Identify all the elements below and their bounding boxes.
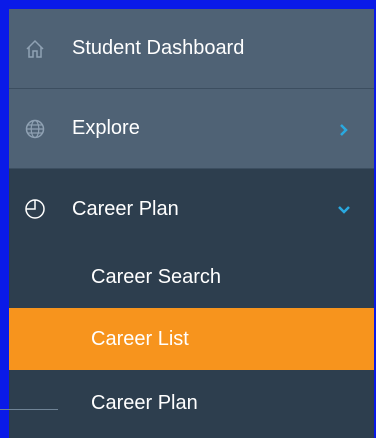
pie-chart-icon: [23, 197, 47, 221]
globe-icon: [23, 117, 47, 141]
nav-item-label: Explore: [72, 117, 140, 139]
nav-item-explore[interactable]: Explore: [9, 89, 374, 169]
subnav-item-label: Career List: [91, 327, 189, 350]
nav-item-student-dashboard[interactable]: Student Dashboard: [9, 9, 374, 89]
subnav-item-career-plan[interactable]: Career Plan: [9, 372, 374, 434]
subnav-item-label: Career Plan: [91, 391, 198, 414]
nav-item-label: Student Dashboard: [72, 37, 245, 59]
home-icon: [23, 37, 47, 61]
sidebar-nav: Student Dashboard Explore Career Plan Ca…: [9, 9, 374, 438]
subnav-item-career-search[interactable]: Career Search: [9, 246, 374, 308]
divider: [0, 409, 58, 410]
chevron-down-icon[interactable]: [336, 201, 352, 217]
chevron-right-icon[interactable]: [336, 121, 352, 137]
nav-item-career-plan[interactable]: Career Plan: [9, 169, 374, 249]
subnav-item-career-list[interactable]: Career List: [9, 308, 374, 370]
subnav-item-label: Career Search: [91, 265, 222, 288]
nav-item-label: Career Plan: [72, 197, 179, 220]
